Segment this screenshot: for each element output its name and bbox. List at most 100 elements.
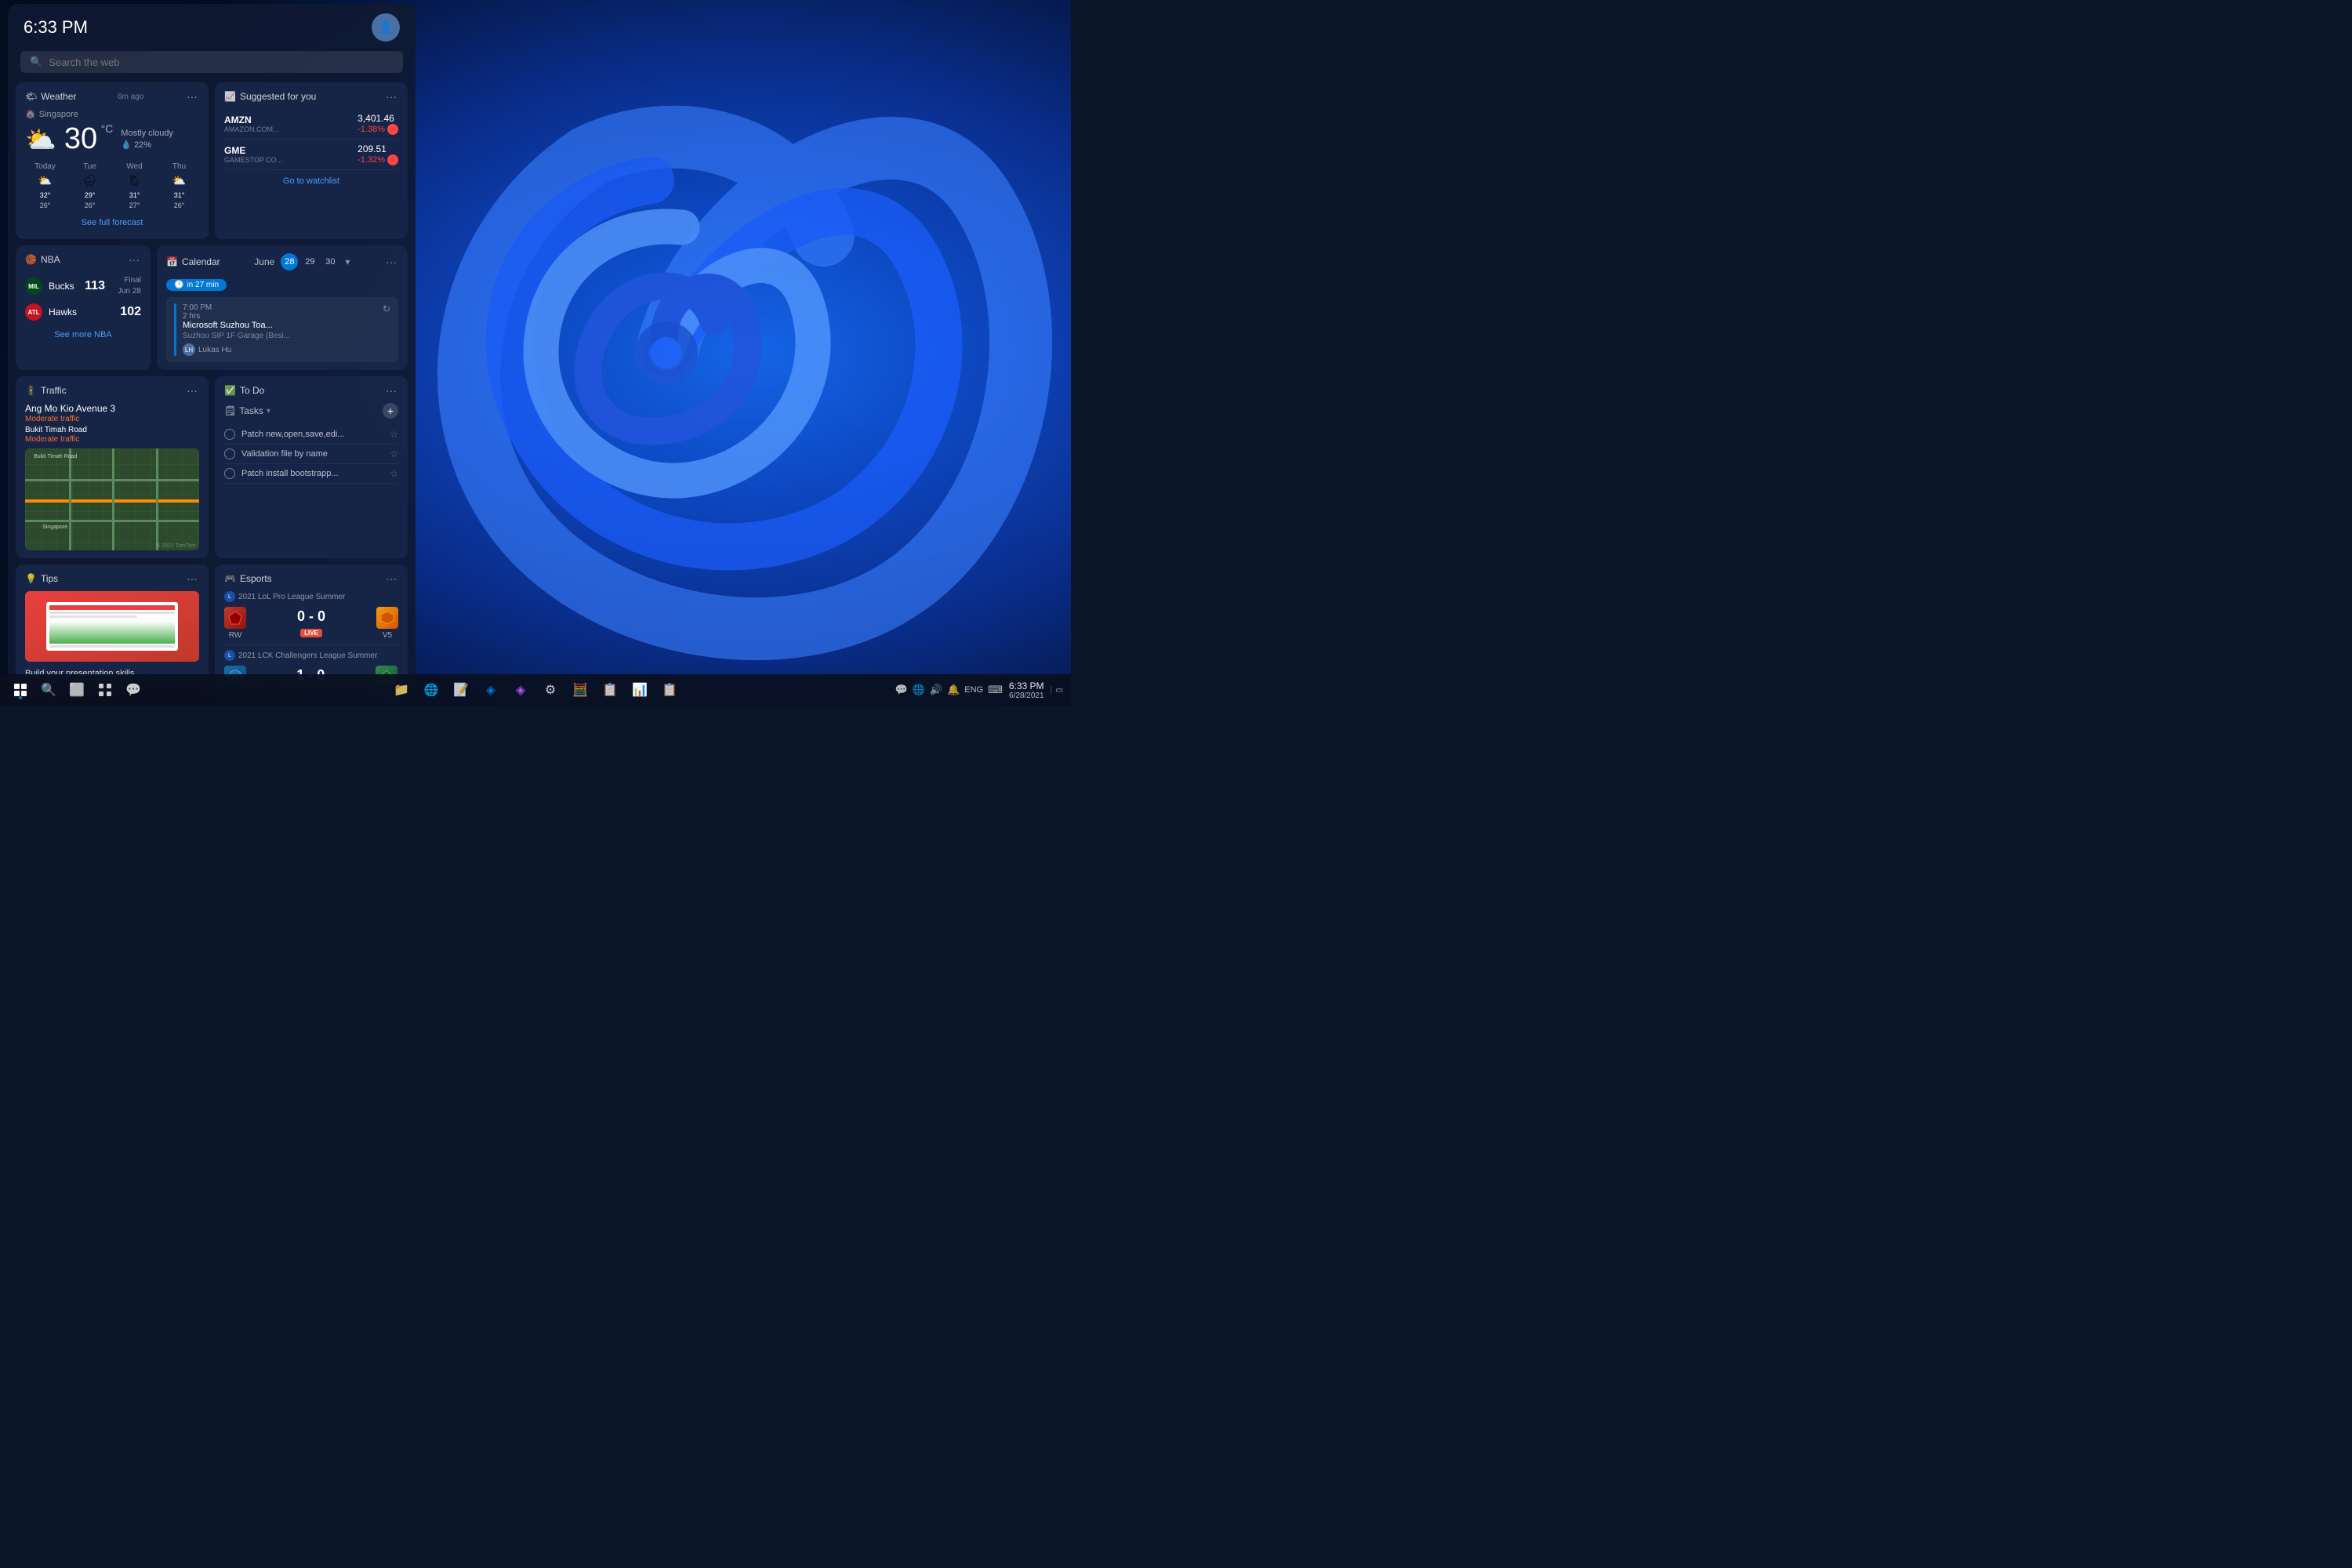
task-item-1: Patch new,open,save,edi... ☆ — [224, 425, 398, 445]
traffic-card: 🚦 Traffic ··· Ang Mo Kio Avenue 3 Modera… — [16, 376, 209, 558]
forecast-today: Today ⛅ 32°26° — [25, 162, 65, 210]
traffic-card-header: 🚦 Traffic ··· — [25, 384, 199, 397]
forecast-wed: Wed 🌦 31°27° — [114, 162, 154, 210]
calendar-chevron[interactable]: ▾ — [345, 256, 350, 267]
tray-time[interactable]: 6:33 PM 6/28/2021 — [1009, 681, 1044, 700]
taskbar-teams[interactable]: 📋 — [657, 677, 682, 702]
traffic-title: 🚦 Traffic — [25, 385, 67, 396]
see-full-forecast[interactable]: See full forecast — [25, 218, 199, 227]
taskbar-left: 🔍 ⬜ 💬 — [8, 677, 146, 702]
taskbar-edge[interactable]: 🌐 — [419, 677, 444, 702]
notification-icon[interactable]: 🔔 — [947, 684, 960, 696]
esports-league-1: L 2021 LoL Pro League Summer — [224, 591, 398, 602]
nba-card: 🏀 NBA ··· MIL Bucks 113 Final Jun 28 — [16, 245, 151, 370]
tips-more-btn[interactable]: ··· — [185, 572, 199, 585]
wechat-icon[interactable]: 💬 — [895, 684, 907, 696]
taskbar-task-view[interactable]: ⬜ — [64, 677, 89, 702]
stocks-more-btn[interactable]: ··· — [384, 90, 398, 103]
task-item-2: Validation file by name ☆ — [224, 445, 398, 464]
tips-thumbnail — [25, 591, 199, 662]
weather-desc: Mostly cloudy 💧 22% — [121, 129, 173, 150]
todo-title: ✅ To Do — [224, 385, 264, 396]
map-copyright: © 2021 TomTom — [156, 543, 196, 549]
esports-icon: 🎮 — [224, 573, 236, 584]
weather-card-header: 🌤 Weather 6m ago ··· — [25, 90, 199, 103]
weather-more-btn[interactable]: ··· — [185, 90, 199, 103]
calendar-title: 📅 Calendar — [166, 256, 220, 267]
widget-panel: 6:33 PM 👤 🔍 🌤 Weather 6m ago ··· 🏠 — [8, 4, 416, 686]
taskbar-vscode-purple[interactable]: ◈ — [508, 677, 533, 702]
traffic-icon: 🚦 — [25, 385, 37, 396]
search-input[interactable] — [49, 56, 394, 68]
tips-title: 💡 Tips — [25, 573, 58, 584]
stocks-card: 📈 Suggested for you ··· AMZN AMAZON.COM.… — [215, 82, 408, 239]
keyboard-icon[interactable]: ⌨ — [988, 684, 1003, 696]
user-avatar[interactable]: 👤 — [372, 13, 400, 42]
task-checkbox-2[interactable] — [224, 448, 235, 459]
taskbar-clipboard[interactable]: 📋 — [597, 677, 622, 702]
mini-screenshot — [46, 602, 178, 651]
cal-day-29[interactable]: 29 — [301, 253, 318, 270]
task-star-2[interactable]: ☆ — [390, 448, 398, 459]
add-task-btn[interactable]: + — [383, 403, 398, 419]
calendar-nav: June 28 29 30 ▾ — [254, 253, 350, 270]
task-star-1[interactable]: ☆ — [390, 429, 398, 440]
stocks-title: 📈 Suggested for you — [224, 91, 316, 102]
taskbar-calculator[interactable]: 🧮 — [568, 677, 593, 702]
esports-league-2: L 2021 LCK Challengers League Summer — [224, 650, 398, 661]
calendar-card-header: 📅 Calendar June 28 29 30 ▾ ··· — [166, 253, 398, 270]
clock-icon: 🕐 — [174, 281, 183, 289]
event-color-bar — [174, 303, 176, 356]
task-checkbox-1[interactable] — [224, 429, 235, 440]
esports-score-1: 0 - 0 LIVE — [297, 608, 325, 639]
todo-more-btn[interactable]: ··· — [384, 384, 398, 397]
taskbar-start-btn[interactable] — [8, 677, 33, 702]
watchlist-link[interactable]: Go to watchlist — [224, 176, 398, 186]
taskbar-excel[interactable]: 📊 — [627, 677, 652, 702]
taskbar-center: 📁 🌐 📝 ◈ ◈ ⚙ 🧮 📋 📊 📋 — [389, 677, 682, 702]
weather-main: ⛅ 30 °C Mostly cloudy 💧 22% — [25, 122, 199, 156]
network-icon[interactable]: 🌐 — [913, 684, 925, 696]
esports-card-header: 🎮 Esports ··· — [224, 572, 398, 585]
see-more-nba[interactable]: See more NBA — [25, 330, 141, 339]
nba-more-btn[interactable]: ··· — [127, 253, 141, 266]
show-desktop-icon[interactable]: ▭ — [1051, 686, 1063, 695]
event-refresh-icon[interactable]: ↻ — [383, 303, 390, 356]
cal-day-28[interactable]: 28 — [281, 253, 298, 270]
task-star-3[interactable]: ☆ — [390, 468, 398, 479]
esports-more-btn[interactable]: ··· — [384, 572, 398, 585]
taskbar-chat[interactable]: 💬 — [121, 677, 146, 702]
stock-amzn: AMZN AMAZON.COM... 3,401.46 -1.38% ▲ — [224, 109, 398, 140]
volume-icon[interactable]: 🔊 — [930, 684, 942, 696]
weather-forecast: Today ⛅ 32°26° Tue 🌧 29°26° Wed 🌦 31°27° — [25, 162, 199, 210]
search-bar[interactable]: 🔍 — [20, 51, 403, 73]
row-traffic-todo: 🚦 Traffic ··· Ang Mo Kio Avenue 3 Modera… — [16, 376, 408, 558]
taskbar-search-btn[interactable]: 🔍 — [36, 677, 61, 702]
map-road-v3 — [156, 448, 158, 550]
row-tips-esports: 💡 Tips ··· — [16, 564, 408, 686]
traffic-map[interactable]: Singapore Bukit Timah Road © 2021 TomTom — [25, 448, 199, 550]
taskbar-widgets[interactable] — [93, 677, 118, 702]
traffic-more-btn[interactable]: ··· — [185, 384, 199, 397]
taskbar-notepad[interactable]: 📝 — [448, 677, 474, 702]
map-label-sg: Singapore — [42, 524, 67, 530]
event-item[interactable]: 7:00 PM 2 hrs Microsoft Suzhou Toa... Su… — [166, 297, 398, 362]
calendar-days: 28 29 30 — [281, 253, 339, 270]
task-checkbox-3[interactable] — [224, 468, 235, 479]
calendar-more-btn[interactable]: ··· — [384, 256, 398, 268]
taskbar-settings[interactable]: ⚙ — [538, 677, 563, 702]
task-item-3: Patch install bootstrapp... ☆ — [224, 464, 398, 484]
esports-title: 🎮 Esports — [224, 573, 272, 584]
lang-indicator[interactable]: ENG — [964, 685, 983, 695]
cards-area: 🌤 Weather 6m ago ··· 🏠 Singapore ⛅ 30 °C — [8, 82, 416, 686]
team-hawks-row: ATL Hawks 102 — [25, 300, 141, 324]
taskbar-vscode-blue[interactable]: ◈ — [478, 677, 503, 702]
hawks-logo: ATL — [25, 303, 42, 321]
cal-day-30[interactable]: 30 — [321, 253, 339, 270]
forecast-thu: Thu ⛅ 31°26° — [159, 162, 199, 210]
tips-icon: 💡 — [25, 573, 37, 584]
panel-header: 6:33 PM 👤 — [8, 4, 416, 48]
tips-card-header: 💡 Tips ··· — [25, 572, 199, 585]
map-label-bt: Bukit Timah Road — [34, 454, 77, 459]
taskbar-file-explorer[interactable]: 📁 — [389, 677, 414, 702]
